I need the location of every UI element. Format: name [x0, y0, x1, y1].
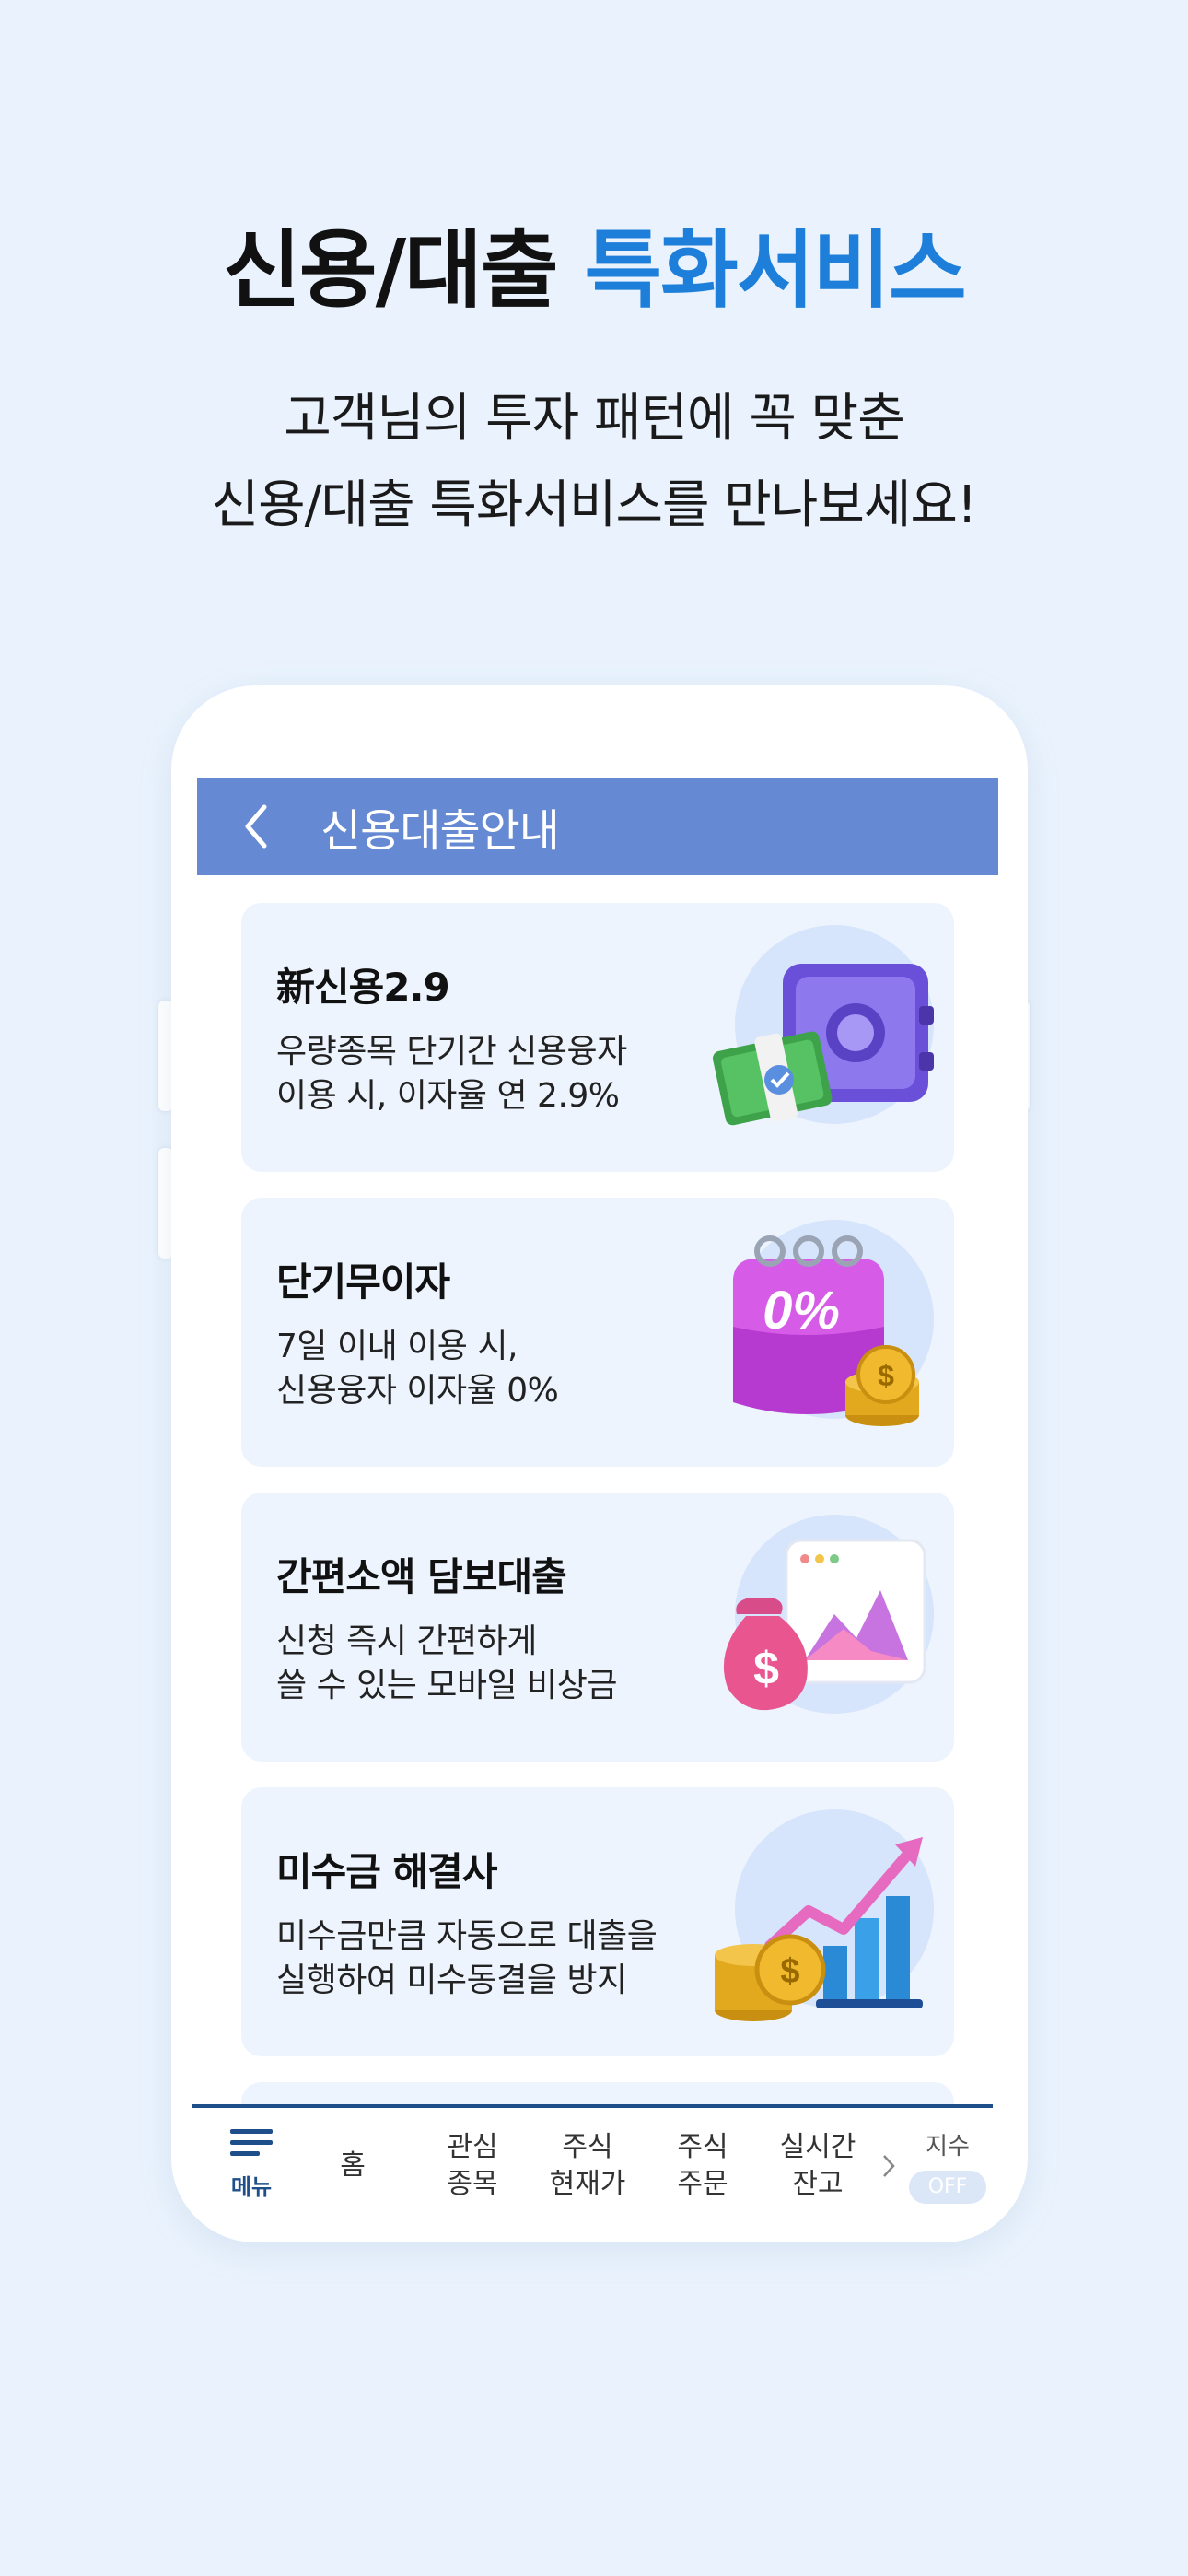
nav-stock-order[interactable]: 주식 주문 — [652, 2125, 753, 2207]
nav-label-line: 주식 — [677, 2131, 728, 2163]
service-card-unpaid-resolver[interactable]: 미수금 해결사 미수금만큼 자동으로 대출을 실행하여 미수동결을 방지 $ — [241, 1787, 954, 2056]
calendar-zero-percent-icon: 0% $ — [705, 1218, 936, 1448]
zero-percent-badge: 0% — [763, 1281, 840, 1341]
card-desc-line: 미수금만큼 자동으로 대출을 — [276, 1917, 658, 1955]
nav-watchlist[interactable]: 관심 종목 — [422, 2125, 523, 2207]
nav-label-line: 주식 — [562, 2131, 613, 2163]
card-desc-line: 신청 즉시 간편하게 — [276, 1622, 537, 1660]
coins-growth-chart-icon: $ — [705, 1808, 936, 2038]
nav-menu[interactable]: 메뉴 — [210, 2125, 293, 2207]
phone-mockup: 신용대출안내 新신용2.9 우량종목 단기간 신용융자 이용 시, 이자율 연 … — [171, 685, 1028, 2242]
service-card-credit29[interactable]: 新신용2.9 우량종목 단기간 신용융자 이용 시, 이자율 연 2.9% — [241, 903, 954, 1172]
headline-accent: 특화서비스 — [584, 221, 967, 320]
subtitle-line2: 신용/대출 특화서비스를 만나보세요! — [211, 475, 978, 535]
card-desc-line: 실행하여 미수동결을 방지 — [276, 1961, 627, 1999]
card-desc-line: 쓸 수 있는 모바일 비상금 — [276, 1667, 617, 1704]
nav-label-line: 주문 — [677, 2168, 728, 2200]
safe-money-icon — [705, 923, 936, 1153]
card-desc-line: 이용 시, 이자율 연 2.9% — [276, 1077, 620, 1115]
nav-stock-price[interactable]: 주식 현재가 — [537, 2125, 638, 2207]
bottom-nav: 메뉴 홈 관심 종목 주식 현재가 주식 주문 실시간 잔고 지수 OFF — [192, 2104, 993, 2242]
hamburger-icon — [230, 2127, 273, 2169]
nav-label-line: 관심 — [447, 2131, 498, 2163]
nav-index-label: 지수 — [926, 2133, 970, 2160]
app-header: 신용대출안내 — [197, 778, 998, 875]
headline-part1: 신용/대출 — [223, 221, 558, 320]
chevron-right-icon[interactable] — [875, 2125, 903, 2207]
card-description: 미수금만큼 자동으로 대출을 실행하여 미수동결을 방지 — [276, 1914, 658, 2003]
nav-label-line: 실시간 — [779, 2131, 856, 2163]
index-off-toggle[interactable]: OFF — [909, 2171, 986, 2204]
card-description: 우량종목 단기간 신용융자 이용 시, 이자율 연 2.9% — [276, 1030, 627, 1118]
card-title: 미수금 해결사 — [276, 1849, 497, 1894]
nav-index-toggle[interactable]: 지수 OFF — [906, 2125, 989, 2207]
nav-label-line: 종목 — [447, 2168, 498, 2200]
service-card-short-term-zero-interest[interactable]: 단기무이자 7일 이내 이용 시, 신용융자 이자율 0% 0% $ — [241, 1198, 954, 1467]
card-title: 간편소액 담보대출 — [276, 1554, 567, 1599]
nav-realtime-balance[interactable]: 실시간 잔고 — [763, 2125, 873, 2207]
card-desc-line: 신용융자 이자율 0% — [276, 1372, 559, 1410]
card-description: 신청 즉시 간편하게 쓸 수 있는 모바일 비상금 — [276, 1620, 617, 1708]
svg-text:$: $ — [878, 1359, 894, 1392]
headline: 신용/대출 특화서비스 — [0, 228, 1188, 313]
nav-home[interactable]: 홈 — [311, 2125, 394, 2207]
subtitle-line1: 고객님의 투자 패턴에 꼭 맞춘 — [284, 389, 904, 449]
subtitle: 고객님의 투자 패턴에 꼭 맞춘 신용/대출 특화서비스를 만나보세요! — [0, 376, 1188, 549]
card-description: 7일 이내 이용 시, 신용융자 이자율 0% — [276, 1325, 559, 1413]
chevron-left-icon[interactable] — [228, 799, 284, 854]
card-desc-line: 7일 이내 이용 시, — [276, 1328, 518, 1365]
page-title: 신용대출안내 — [320, 805, 560, 857]
service-card-small-collateral-loan[interactable]: 간편소액 담보대출 신청 즉시 간편하게 쓸 수 있는 모바일 비상금 $ — [241, 1493, 954, 1762]
nav-label-line: 현재가 — [549, 2168, 626, 2200]
nav-label-line: 잔고 — [792, 2168, 844, 2200]
card-title: 단기무이자 — [276, 1259, 450, 1305]
card-desc-line: 우량종목 단기간 신용융자 — [276, 1033, 627, 1071]
nav-home-label: 홈 — [340, 2149, 366, 2182]
money-bag-chart-icon: $ — [705, 1513, 936, 1743]
svg-text:$: $ — [753, 1643, 779, 1694]
nav-menu-label: 메뉴 — [230, 2173, 273, 2200]
svg-text:$: $ — [780, 1952, 799, 1991]
service-list: 新신용2.9 우량종목 단기간 신용융자 이용 시, 이자율 연 2.9% 단기… — [241, 903, 954, 2110]
card-title: 新신용2.9 — [276, 965, 450, 1010]
